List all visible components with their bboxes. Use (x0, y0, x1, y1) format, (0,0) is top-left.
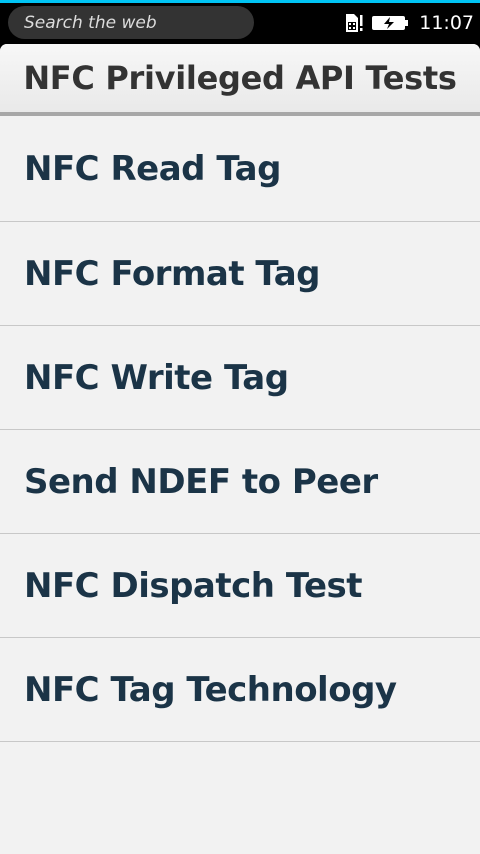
list-item-label: NFC Read Tag (24, 148, 281, 189)
status-icons: 11:07 (343, 3, 474, 42)
page-title: NFC Privileged API Tests (23, 59, 457, 97)
status-bar: Search the web 11:07 (0, 3, 480, 42)
battery-charging-icon (371, 14, 409, 32)
list-item-nfc-tag-technology[interactable]: NFC Tag Technology (0, 638, 480, 742)
list-item-nfc-write-tag[interactable]: NFC Write Tag (0, 326, 480, 430)
list-item-label: NFC Format Tag (24, 253, 321, 294)
list-item-send-ndef-to-peer[interactable]: Send NDEF to Peer (0, 430, 480, 534)
screen: Search the web 11:07 NFC Privileged API … (0, 0, 480, 854)
status-clock: 11:07 (419, 11, 474, 34)
sim-card-alert-icon (343, 12, 365, 34)
list-item-label: NFC Write Tag (24, 357, 289, 398)
list-item-nfc-read-tag[interactable]: NFC Read Tag (0, 116, 480, 222)
list-item-label: Send NDEF to Peer (24, 461, 378, 502)
app-header: NFC Privileged API Tests (0, 44, 480, 116)
test-list: NFC Read Tag NFC Format Tag NFC Write Ta… (0, 116, 480, 742)
list-item-label: NFC Tag Technology (24, 669, 397, 710)
app-window: NFC Privileged API Tests NFC Read Tag NF… (0, 44, 480, 854)
list-item-nfc-dispatch-test[interactable]: NFC Dispatch Test (0, 534, 480, 638)
search-bar[interactable]: Search the web (8, 6, 254, 39)
list-item-nfc-format-tag[interactable]: NFC Format Tag (0, 222, 480, 326)
list-item-label: NFC Dispatch Test (24, 565, 363, 606)
search-placeholder: Search the web (24, 12, 157, 33)
